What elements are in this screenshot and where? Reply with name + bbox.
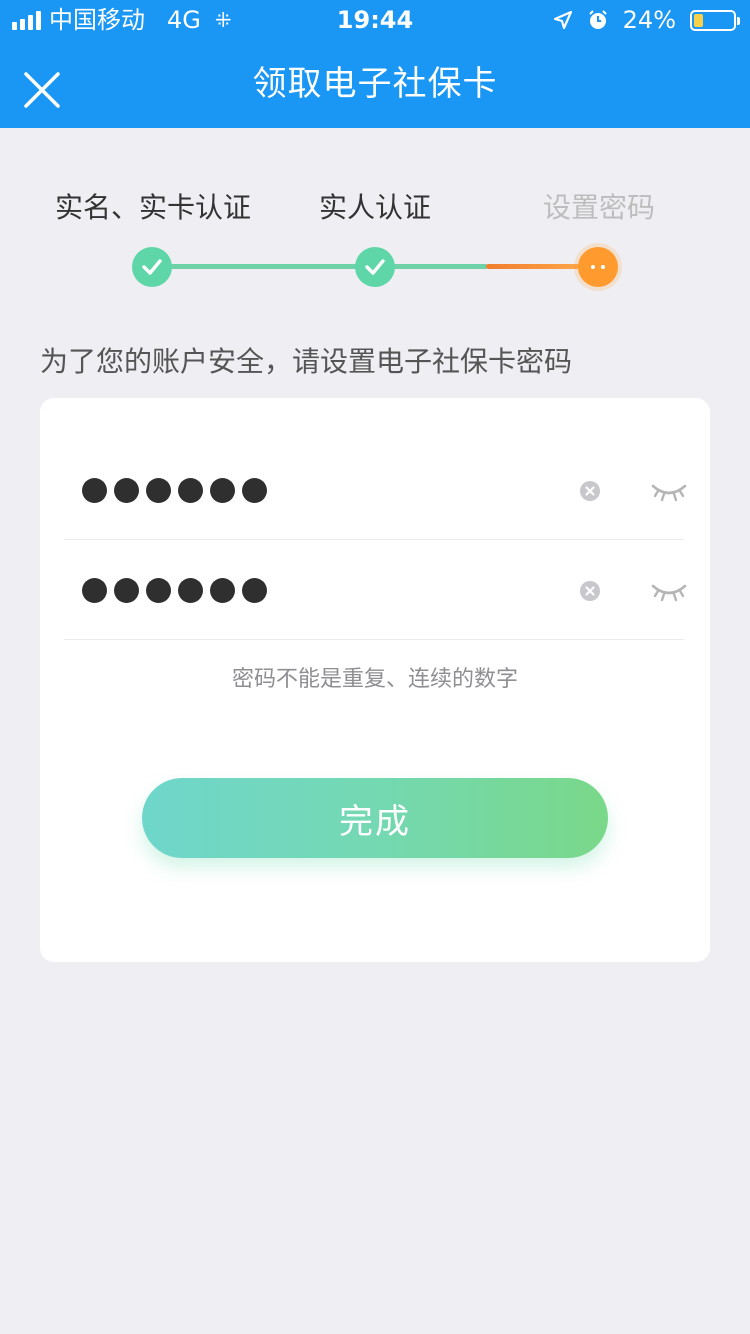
step-done-check-icon xyxy=(132,247,172,287)
status-right: 24% xyxy=(553,0,740,40)
step-label-verify-person: 实人认证 xyxy=(319,191,432,224)
password-dot xyxy=(210,578,235,603)
password-dot xyxy=(82,478,107,503)
password-dot xyxy=(242,478,267,503)
battery-fill xyxy=(694,13,704,27)
password-dot xyxy=(178,578,203,603)
instruction-text: 为了您的账户安全，请设置电子社保卡密码 xyxy=(40,345,573,378)
location-icon xyxy=(553,10,572,30)
progress-steps: 实名、实卡认证 实人认证 设置密码 xyxy=(0,170,750,300)
eye-closed-icon[interactable] xyxy=(651,480,687,504)
step-label-set-password: 设置密码 xyxy=(543,191,656,224)
step-label-verify-card: 实名、实卡认证 xyxy=(55,191,252,224)
status-bar: 中国移动 4G ⁜ 19:44 24% xyxy=(0,0,750,40)
step-connector-2b xyxy=(486,264,582,269)
eye-closed-icon[interactable] xyxy=(651,580,687,604)
password-dot xyxy=(114,478,139,503)
password-dots xyxy=(82,578,267,603)
password-dot xyxy=(82,578,107,603)
password-dot xyxy=(210,478,235,503)
confirm-password-field[interactable] xyxy=(64,540,687,640)
password-dot xyxy=(114,578,139,603)
submit-button[interactable]: 完成 xyxy=(142,778,608,858)
password-hint: 密码不能是重复、连续的数字 xyxy=(231,667,518,692)
step-connector-1 xyxy=(170,264,360,269)
password-dot xyxy=(146,478,171,503)
app-header: 中国移动 4G ⁜ 19:44 24% 领取电子社保卡 xyxy=(0,0,750,128)
step-current-icon xyxy=(578,247,618,287)
page-title: 领取电子社保卡 xyxy=(252,64,498,104)
step-done-check-icon xyxy=(355,247,395,287)
clear-icon[interactable] xyxy=(580,481,600,501)
password-dot xyxy=(242,578,267,603)
clear-icon[interactable] xyxy=(580,581,600,601)
step-connector-2a xyxy=(392,264,488,269)
alarm-icon xyxy=(588,10,607,29)
password-dot xyxy=(146,578,171,603)
password-card: 密码不能是重复、连续的数字 完成 xyxy=(40,398,710,962)
navigation-bar: 领取电子社保卡 xyxy=(0,40,750,128)
password-dot xyxy=(178,478,203,503)
battery-icon xyxy=(690,9,740,31)
password-dots xyxy=(82,478,267,503)
password-field[interactable] xyxy=(64,440,687,540)
battery-percent: 24% xyxy=(622,6,676,34)
